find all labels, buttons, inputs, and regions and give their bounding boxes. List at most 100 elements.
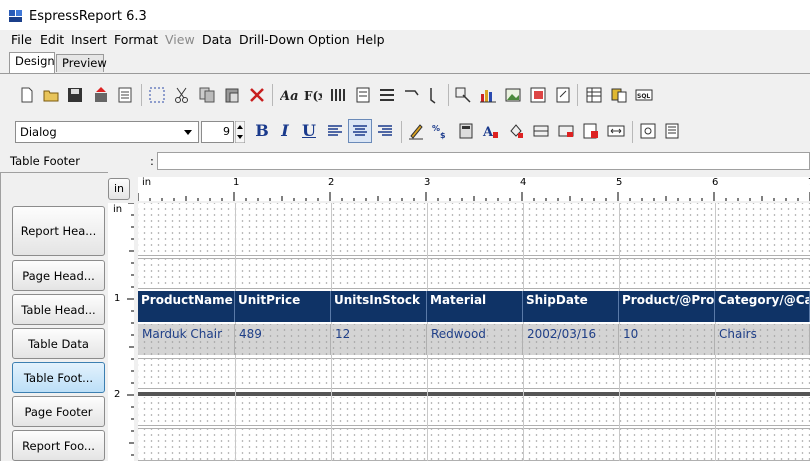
- column-header[interactable]: ShipDate: [523, 291, 619, 322]
- insert-icon[interactable]: [354, 86, 372, 104]
- page-break-line: [138, 392, 810, 396]
- unit-toggle-button[interactable]: in: [108, 178, 130, 200]
- band-report-footer[interactable]: [138, 428, 810, 461]
- band-page-header[interactable]: [138, 258, 810, 289]
- menu-edit[interactable]: Edit: [40, 32, 64, 47]
- column-header[interactable]: Category/@Cate: [715, 291, 810, 322]
- copy-icon[interactable]: [198, 86, 216, 104]
- tab-preview[interactable]: Preview: [56, 54, 107, 72]
- menu-view[interactable]: View: [165, 32, 195, 47]
- column-header[interactable]: UnitPrice: [235, 291, 331, 322]
- data-cell[interactable]: Marduk Chair: [138, 324, 235, 355]
- menu-format[interactable]: Format: [114, 32, 158, 47]
- section-table-data[interactable]: Table Data: [12, 328, 105, 359]
- ruler-unit-label: in: [142, 177, 152, 188]
- column-header[interactable]: ProductName: [138, 291, 235, 322]
- svg-text:$: $: [440, 131, 446, 140]
- chart-icon[interactable]: [479, 86, 497, 104]
- property-colon: :: [150, 154, 154, 168]
- export-icon[interactable]: [92, 86, 110, 104]
- main-toolbar: Aa F(x) SQL: [10, 78, 810, 112]
- table-icon[interactable]: [585, 86, 603, 104]
- font-family-select[interactable]: Dialog: [15, 121, 199, 143]
- fit-icon[interactable]: [639, 122, 657, 140]
- database-icon[interactable]: [610, 86, 628, 104]
- border-icon[interactable]: [532, 122, 550, 140]
- property-value-field[interactable]: [157, 152, 810, 170]
- menu-help[interactable]: Help: [356, 32, 385, 47]
- image-icon[interactable]: [504, 86, 522, 104]
- select-icon[interactable]: [148, 86, 166, 104]
- column-header[interactable]: Product/@Prod: [619, 291, 715, 322]
- design-canvas[interactable]: ProductName UnitPrice UnitsInStock Mater…: [138, 203, 810, 461]
- section-page-footer[interactable]: Page Footer: [12, 396, 105, 427]
- column-header[interactable]: Material: [427, 291, 523, 322]
- section-icon[interactable]: [378, 86, 396, 104]
- font-size-input[interactable]: 9: [201, 121, 234, 143]
- property-label: Table Footer: [10, 154, 80, 168]
- sql-icon[interactable]: SQL: [635, 86, 653, 104]
- document-icon[interactable]: [554, 86, 572, 104]
- ruler-mark: 1: [114, 293, 121, 304]
- band-page-footer[interactable]: [138, 397, 810, 426]
- ruler-mark: 2: [114, 389, 121, 400]
- app-logo-icon: [9, 10, 22, 22]
- line-icon[interactable]: [426, 86, 444, 104]
- number-format-icon[interactable]: %$: [432, 122, 450, 140]
- link-icon[interactable]: [403, 86, 421, 104]
- underline-button[interactable]: U: [298, 120, 320, 142]
- page-icon[interactable]: [116, 86, 134, 104]
- band-report-header[interactable]: [138, 203, 810, 256]
- font-size-stepper[interactable]: [235, 121, 245, 143]
- table-data-row: Marduk Chair 489 12 Redwood 2002/03/16 1…: [138, 324, 810, 355]
- band-table-footer[interactable]: [138, 358, 810, 389]
- properties-icon[interactable]: [663, 122, 681, 140]
- menu-file[interactable]: File: [11, 32, 32, 47]
- font-color-icon[interactable]: A: [482, 122, 500, 140]
- section-panel: Report Hea... Page Head... Table Head...…: [0, 172, 108, 461]
- open-icon[interactable]: [42, 86, 60, 104]
- cut-icon[interactable]: [173, 86, 191, 104]
- new-icon[interactable]: [18, 86, 36, 104]
- paste-icon[interactable]: [223, 86, 241, 104]
- subreport-icon[interactable]: [529, 86, 547, 104]
- column-icon[interactable]: [329, 86, 347, 104]
- toolbar-separator: [401, 121, 402, 143]
- svg-text:A: A: [482, 125, 494, 140]
- calculator-icon[interactable]: [457, 122, 475, 140]
- tab-design[interactable]: Design: [9, 52, 55, 74]
- save-icon[interactable]: [66, 86, 84, 104]
- data-cell[interactable]: 10: [619, 324, 715, 355]
- section-report-header[interactable]: Report Hea...: [12, 206, 105, 256]
- align-right-icon[interactable]: [376, 122, 394, 140]
- delete-icon[interactable]: [248, 86, 266, 104]
- insert-row-icon[interactable]: [582, 122, 600, 140]
- menu-data[interactable]: Data: [202, 32, 232, 47]
- formula-icon[interactable]: F(x): [304, 86, 322, 104]
- section-page-header[interactable]: Page Head...: [12, 260, 105, 291]
- data-cell[interactable]: 12: [331, 324, 427, 355]
- italic-button[interactable]: I: [274, 120, 296, 142]
- pen-icon[interactable]: [407, 122, 425, 140]
- label-icon[interactable]: Aa: [280, 86, 298, 104]
- column-header[interactable]: UnitsInStock: [331, 291, 427, 322]
- section-report-footer[interactable]: Report Foo...: [12, 430, 105, 461]
- menu-insert[interactable]: Insert: [71, 32, 107, 47]
- align-center-button[interactable]: [348, 119, 372, 143]
- align-left-icon[interactable]: [326, 122, 344, 140]
- section-table-footer[interactable]: Table Foot...: [12, 362, 105, 393]
- menu-drill-down[interactable]: Drill-Down: [239, 32, 304, 47]
- bold-button[interactable]: B: [251, 120, 273, 142]
- svg-text:%: %: [432, 124, 440, 133]
- section-table-header[interactable]: Table Head...: [12, 294, 105, 325]
- data-cell[interactable]: 489: [235, 324, 331, 355]
- fill-color-icon[interactable]: [507, 122, 525, 140]
- menu-bar: File Edit Insert Format View Data Drill-…: [0, 30, 810, 50]
- data-cell[interactable]: Redwood: [427, 324, 523, 355]
- data-cell[interactable]: Chairs: [715, 324, 810, 355]
- crosstab-icon[interactable]: [454, 86, 472, 104]
- data-cell[interactable]: 2002/03/16: [523, 324, 619, 355]
- menu-option[interactable]: Option: [308, 32, 350, 47]
- row-height-icon[interactable]: [557, 122, 575, 140]
- resize-icon[interactable]: [607, 122, 625, 140]
